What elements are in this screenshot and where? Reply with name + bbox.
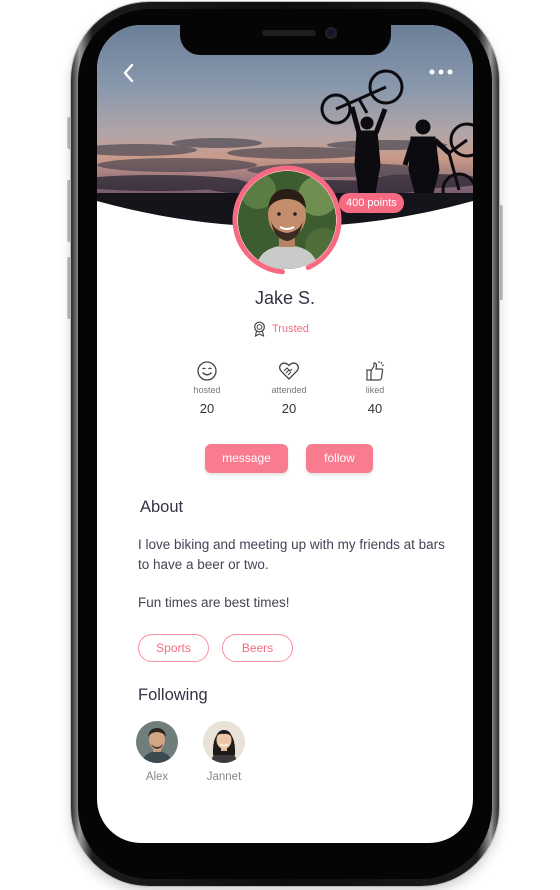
profile-avatar[interactable] <box>231 164 343 276</box>
following-name: Alex <box>145 771 169 783</box>
stat-label: liked <box>365 385 385 395</box>
avatar <box>203 721 245 763</box>
more-options-button[interactable] <box>427 65 455 79</box>
stat-value: 40 <box>367 401 383 416</box>
stat-value: 20 <box>281 401 297 416</box>
about-paragraph: Fun times are best times! <box>138 595 290 610</box>
following-name: Jannet <box>206 771 242 783</box>
avatar-photo <box>238 171 336 269</box>
award-ribbon-icon <box>254 321 265 337</box>
trusted-label: Trusted <box>272 323 309 335</box>
speaker-grille <box>262 30 316 36</box>
chevron-left-icon <box>123 63 134 83</box>
stat-liked: liked 40 <box>340 360 410 416</box>
trusted-status: Trusted <box>253 320 309 338</box>
following-heading: Following <box>138 686 208 704</box>
stat-hosted: hosted 20 <box>172 360 242 416</box>
stat-attended: attended 20 <box>254 360 324 416</box>
points-badge: 400 points <box>339 193 404 213</box>
stat-label: attended <box>271 385 307 395</box>
following-item[interactable]: Alex <box>127 721 187 783</box>
about-text: I love biking and meeting up with my fri… <box>138 535 448 631</box>
thumbs-up-icon <box>366 361 385 381</box>
back-button[interactable] <box>119 61 139 85</box>
front-camera <box>325 27 337 39</box>
smile-icon <box>197 361 217 381</box>
message-button[interactable]: message <box>205 444 288 473</box>
handshake-heart-icon <box>278 362 300 380</box>
profile-name: Jake S. <box>254 288 316 308</box>
stat-label: hosted <box>193 385 221 395</box>
stat-value: 20 <box>199 401 215 416</box>
interest-tag[interactable]: Sports <box>138 634 209 662</box>
follow-button[interactable]: follow <box>306 444 373 473</box>
about-paragraph: I love biking and meeting up with my fri… <box>138 537 445 572</box>
notch <box>180 25 391 55</box>
avatar <box>136 721 178 763</box>
app-screen: 400 points Jake S. Trusted hosted 20 att… <box>97 25 473 843</box>
more-dots-icon <box>429 69 453 75</box>
interest-tag[interactable]: Beers <box>222 634 293 662</box>
about-heading: About <box>140 498 184 516</box>
following-item[interactable]: Jannet <box>194 721 254 783</box>
